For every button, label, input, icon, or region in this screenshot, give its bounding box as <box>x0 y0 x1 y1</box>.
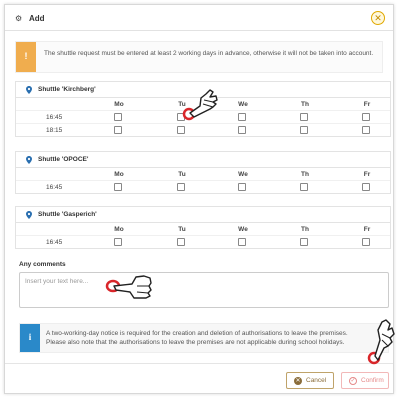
departure-time: 16:45 <box>46 184 63 191</box>
warning-text: The shuttle request must be entered at l… <box>44 50 374 57</box>
day-checkbox-th[interactable] <box>300 126 308 134</box>
gears-icon: ⚙ <box>15 14 23 23</box>
cancel-label: Cancel <box>306 377 327 384</box>
pointing-hand-icon <box>367 319 395 365</box>
day-checkbox-mo[interactable] <box>114 183 122 191</box>
dialog-header: ⚙ Add ✕ <box>5 5 393 31</box>
day-checkbox-th[interactable] <box>300 183 308 191</box>
cancel-button[interactable]: ✕ Cancel <box>286 372 334 389</box>
confirm-check-icon: ✓ <box>349 377 357 385</box>
day-label: Mo <box>114 101 124 108</box>
day-checkbox-fr[interactable] <box>362 126 370 134</box>
day-checkbox-tu[interactable] <box>177 126 185 134</box>
pointing-hand-icon <box>105 275 152 299</box>
day-label: Mo <box>114 171 124 178</box>
departure-time: 16:45 <box>46 114 63 121</box>
comments-input[interactable] <box>19 272 389 308</box>
day-checkbox-mo[interactable] <box>114 126 122 134</box>
warning-alert: ! The shuttle request must be entered at… <box>15 41 383 73</box>
day-checkbox-tu[interactable] <box>177 238 185 246</box>
day-label: Th <box>301 171 309 178</box>
departure-time: 18:15 <box>46 127 63 134</box>
day-checkbox-we[interactable] <box>238 113 246 121</box>
day-checkbox-th[interactable] <box>300 113 308 121</box>
day-checkbox-fr[interactable] <box>362 113 370 121</box>
day-label: Tu <box>178 226 186 233</box>
time-row: 16:45 <box>16 180 390 193</box>
day-checkbox-we[interactable] <box>238 238 246 246</box>
shuttle-name: Shuttle 'OPOCE' <box>38 156 89 163</box>
add-dialog: ⚙ Add ✕ ! The shuttle request must be en… <box>4 4 394 394</box>
dialog-title: Add <box>29 14 45 23</box>
day-label: Th <box>301 226 309 233</box>
day-checkbox-fr[interactable] <box>362 183 370 191</box>
day-checkbox-th[interactable] <box>300 238 308 246</box>
day-header-row: Mo Tu We Th Fr <box>16 223 390 235</box>
pointing-hand-icon <box>182 89 218 121</box>
close-button[interactable]: ✕ <box>371 11 385 25</box>
info-line-2: Please also note that the authorisations… <box>46 339 345 346</box>
confirm-label: Confirm <box>361 377 384 384</box>
info-alert: i A two-working-day notice is required f… <box>19 323 389 353</box>
shuttle-name: Shuttle 'Kirchberg' <box>38 86 96 93</box>
day-label: We <box>238 101 248 108</box>
day-checkbox-we[interactable] <box>238 183 246 191</box>
day-checkbox-mo[interactable] <box>114 113 122 121</box>
day-checkbox-we[interactable] <box>238 126 246 134</box>
day-label: Tu <box>178 171 186 178</box>
day-label: Th <box>301 101 309 108</box>
day-label: Mo <box>114 226 124 233</box>
time-row: 18:15 <box>16 123 390 136</box>
shuttle-panel: Shuttle 'OPOCE' Mo Tu We Th Fr 16:45 <box>15 151 391 194</box>
info-line-1: A two-working-day notice is required for… <box>46 330 348 337</box>
close-icon: ✕ <box>374 13 382 23</box>
day-label: Fr <box>363 101 371 108</box>
day-checkbox-tu[interactable] <box>177 183 185 191</box>
map-pin-icon <box>26 86 32 94</box>
shuttle-panel: Shuttle 'Gasperich' Mo Tu We Th Fr 16:45 <box>15 206 391 249</box>
day-header-row: Mo Tu We Th Fr <box>16 168 390 180</box>
map-pin-icon <box>26 156 32 164</box>
day-checkbox-mo[interactable] <box>114 238 122 246</box>
departure-time: 16:45 <box>46 239 63 246</box>
info-text: A two-working-day notice is required for… <box>46 329 386 347</box>
day-label: We <box>238 226 248 233</box>
info-icon: i <box>28 332 32 342</box>
day-label: We <box>238 171 248 178</box>
cancel-x-icon: ✕ <box>294 377 302 385</box>
shuttle-name: Shuttle 'Gasperich' <box>38 211 97 218</box>
day-checkbox-fr[interactable] <box>362 238 370 246</box>
time-row: 16:45 <box>16 235 390 248</box>
comments-label: Any comments <box>19 261 66 268</box>
day-label: Fr <box>363 226 371 233</box>
warning-icon: ! <box>24 51 28 61</box>
map-pin-icon <box>26 211 32 219</box>
confirm-button[interactable]: ✓ Confirm <box>341 372 389 389</box>
footer-divider <box>5 363 393 364</box>
shuttle-header: Shuttle 'Gasperich' <box>16 207 390 223</box>
day-label: Fr <box>363 171 371 178</box>
shuttle-header: Shuttle 'OPOCE' <box>16 152 390 168</box>
